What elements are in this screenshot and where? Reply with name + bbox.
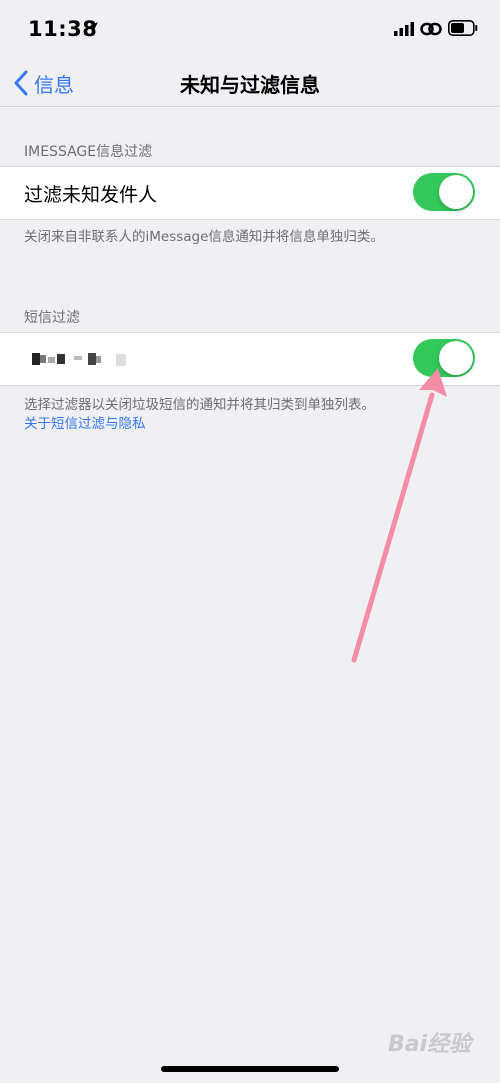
navigation-bar: 信息 未知与过滤信息 — [0, 60, 500, 107]
location-arrow-icon — [86, 22, 98, 34]
battery-icon — [448, 20, 478, 36]
filter-unknown-senders-row: 过滤未知发件人 — [0, 166, 500, 220]
filter-unknown-senders-toggle[interactable] — [413, 173, 475, 211]
toggle-knob — [439, 341, 473, 375]
toggle-knob — [439, 175, 473, 209]
imessage-section-footer: 关闭来自非联系人的iMessage信息通知并将信息单独归类。 — [24, 229, 384, 245]
home-indicator[interactable] — [161, 1066, 339, 1072]
page-title: 未知与过滤信息 — [180, 73, 320, 97]
sms-filter-app-row[interactable] — [0, 332, 500, 386]
sms-filter-toggle[interactable] — [413, 339, 475, 377]
imessage-section-header: IMESSAGE信息过滤 — [24, 144, 153, 160]
cellular-signal-icon — [394, 22, 414, 36]
filter-unknown-senders-label: 过滤未知发件人 — [24, 184, 158, 206]
redacted-app-name — [32, 353, 126, 366]
status-bar: 11:38 — [0, 0, 500, 60]
watermark: Bai经验 — [388, 1032, 472, 1057]
sms-filter-privacy-link[interactable]: 关于短信过滤与隐私 — [24, 412, 146, 432]
annotation-arrow — [351, 368, 447, 663]
personal-hotspot-icon — [420, 22, 442, 36]
sms-section-header: 短信过滤 — [24, 310, 80, 326]
